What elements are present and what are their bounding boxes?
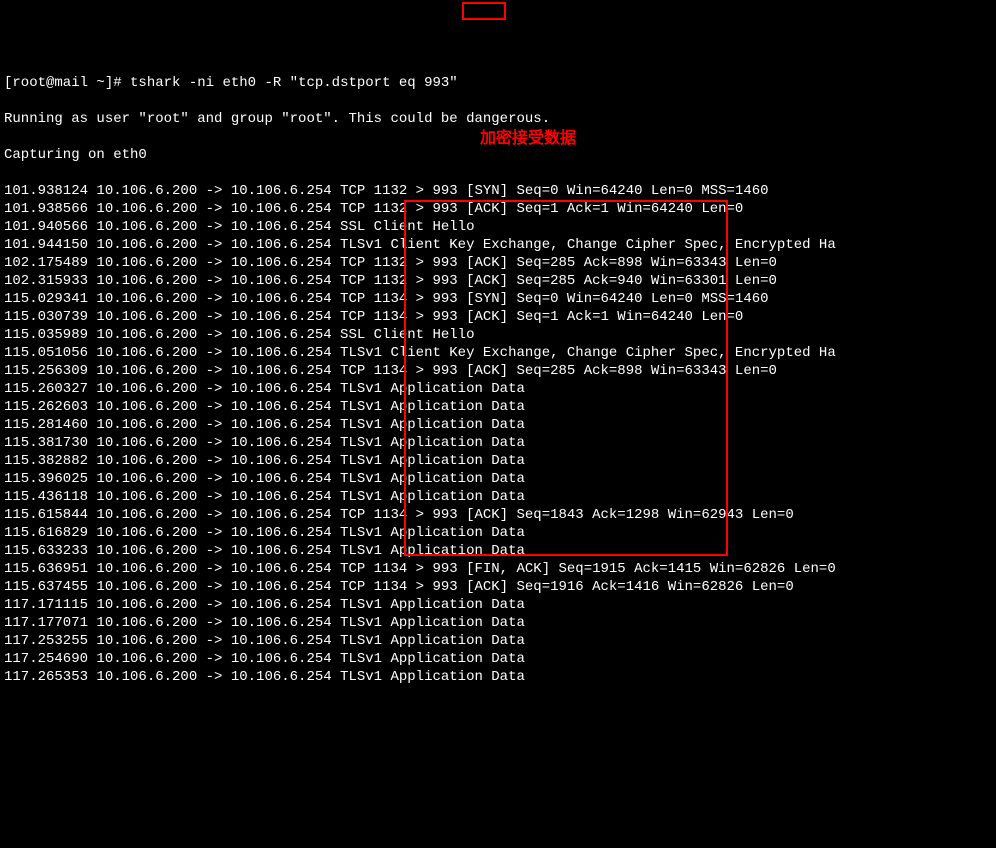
packet-line: 115.260327 10.106.6.200 -> 10.106.6.254 … — [4, 380, 992, 398]
packet-line: 115.382882 10.106.6.200 -> 10.106.6.254 … — [4, 452, 992, 470]
terminal-prompt-line[interactable]: [root@mail ~]# tshark -ni eth0 -R "tcp.d… — [4, 74, 992, 92]
command-text: tshark -ni eth0 -R "tcp.dstport eq 993" — [130, 75, 458, 91]
packet-line: 115.637455 10.106.6.200 -> 10.106.6.254 … — [4, 578, 992, 596]
packet-line: 115.051056 10.106.6.200 -> 10.106.6.254 … — [4, 344, 992, 362]
packet-line: 101.938566 10.106.6.200 -> 10.106.6.254 … — [4, 200, 992, 218]
packet-line: 101.938124 10.106.6.200 -> 10.106.6.254 … — [4, 182, 992, 200]
highlight-box-port — [462, 2, 506, 20]
prompt: [root@mail ~]# — [4, 75, 130, 91]
packet-line: 115.616829 10.106.6.200 -> 10.106.6.254 … — [4, 524, 992, 542]
packet-line: 115.029341 10.106.6.200 -> 10.106.6.254 … — [4, 290, 992, 308]
packet-line: 115.262603 10.106.6.200 -> 10.106.6.254 … — [4, 398, 992, 416]
packet-line: 115.035989 10.106.6.200 -> 10.106.6.254 … — [4, 326, 992, 344]
packet-line: 117.254690 10.106.6.200 -> 10.106.6.254 … — [4, 650, 992, 668]
capture-line: Capturing on eth0 — [4, 146, 992, 164]
packet-line: 115.396025 10.106.6.200 -> 10.106.6.254 … — [4, 470, 992, 488]
packet-line: 117.253255 10.106.6.200 -> 10.106.6.254 … — [4, 632, 992, 650]
packet-line: 117.177071 10.106.6.200 -> 10.106.6.254 … — [4, 614, 992, 632]
packet-line: 115.281460 10.106.6.200 -> 10.106.6.254 … — [4, 416, 992, 434]
packet-line: 115.030739 10.106.6.200 -> 10.106.6.254 … — [4, 308, 992, 326]
packet-line: 102.175489 10.106.6.200 -> 10.106.6.254 … — [4, 254, 992, 272]
packet-line: 115.633233 10.106.6.200 -> 10.106.6.254 … — [4, 542, 992, 560]
packet-line: 115.381730 10.106.6.200 -> 10.106.6.254 … — [4, 434, 992, 452]
packet-line: 115.615844 10.106.6.200 -> 10.106.6.254 … — [4, 506, 992, 524]
packet-line: 115.256309 10.106.6.200 -> 10.106.6.254 … — [4, 362, 992, 380]
packet-line: 101.940566 10.106.6.200 -> 10.106.6.254 … — [4, 218, 992, 236]
warning-line: Running as user "root" and group "root".… — [4, 110, 992, 128]
packet-line: 117.171115 10.106.6.200 -> 10.106.6.254 … — [4, 596, 992, 614]
packet-line: 117.265353 10.106.6.200 -> 10.106.6.254 … — [4, 668, 992, 686]
packet-line: 115.436118 10.106.6.200 -> 10.106.6.254 … — [4, 488, 992, 506]
packet-line: 102.315933 10.106.6.200 -> 10.106.6.254 … — [4, 272, 992, 290]
packet-line: 115.636951 10.106.6.200 -> 10.106.6.254 … — [4, 560, 992, 578]
packet-line: 101.944150 10.106.6.200 -> 10.106.6.254 … — [4, 236, 992, 254]
